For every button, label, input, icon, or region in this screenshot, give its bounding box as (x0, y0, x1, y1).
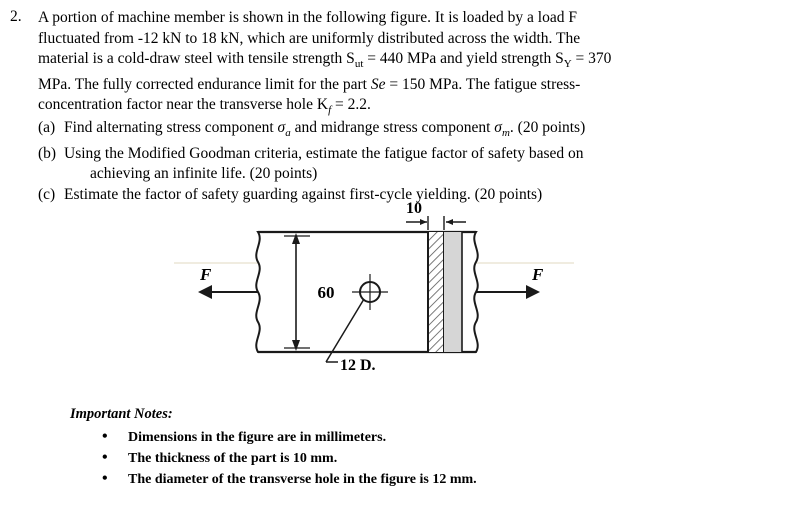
figure-drawing: 10 60 12 D. F F (198, 200, 544, 374)
question-line-3: material is a cold-draw steel with tensi… (38, 50, 612, 71)
question-number: 2. (10, 8, 22, 25)
force-arrow-left (198, 285, 258, 299)
part-c-label: (c) (38, 185, 56, 203)
section-hatch-band (427, 232, 463, 352)
question-line-4: MPa. The fully corrected endurance limit… (38, 75, 581, 93)
part-b: (b) Using the Modified Goodman criteria, … (38, 144, 780, 165)
thickness-dimension (406, 216, 466, 230)
important-notes: Important Notes: • Dimensions in the fig… (70, 404, 670, 490)
machine-member-figure: 10 60 12 D. F F (180, 200, 600, 390)
bullet-icon: • (102, 449, 108, 466)
sigma-m-subscript: m (501, 127, 510, 140)
notes-title: Important Notes: (70, 406, 173, 422)
note-text: The thickness of the part is 10 mm. (128, 451, 338, 466)
force-arrow-right (476, 285, 540, 299)
note-item: • The diameter of the transverse hole in… (70, 469, 670, 490)
question-line-2: fluctuated from -12 kN to 18 kN, which a… (38, 29, 581, 47)
part-a-label: (a) (38, 119, 56, 136)
question-text: A portion of machine member is shown in … (38, 8, 780, 121)
hole-diameter-label: 12 D. (340, 357, 376, 374)
sy-subscript: Y (563, 58, 572, 71)
part-b-continuation: achieving an infinite life. (20 points) (90, 165, 318, 183)
note-item: • Dimensions in the figure are in millim… (70, 427, 670, 448)
se-symbol: Se (370, 75, 386, 93)
bullet-icon: • (102, 470, 108, 487)
note-text: The diameter of the transverse hole in t… (128, 472, 477, 487)
question-line-5: concentration factor near the transverse… (38, 96, 371, 117)
force-label-left: F (199, 265, 212, 284)
part-b-label: (b) (38, 144, 57, 162)
width-label: 60 (318, 283, 335, 302)
question-parts: (a) Find alternating stress component σa … (38, 118, 780, 205)
thickness-label: 10 (406, 200, 422, 217)
part-a: (a) Find alternating stress component σa … (38, 119, 586, 140)
force-label-right: F (531, 265, 544, 284)
note-text: Dimensions in the figure are in millimet… (128, 430, 387, 445)
sigma-m-symbol: σ (494, 119, 502, 136)
bullet-icon: • (102, 428, 108, 445)
document-page: 2. A portion of machine member is shown … (0, 0, 792, 518)
question-line-1: A portion of machine member is shown in … (38, 9, 577, 26)
note-item: • The thickness of the part is 10 mm. (70, 448, 670, 469)
